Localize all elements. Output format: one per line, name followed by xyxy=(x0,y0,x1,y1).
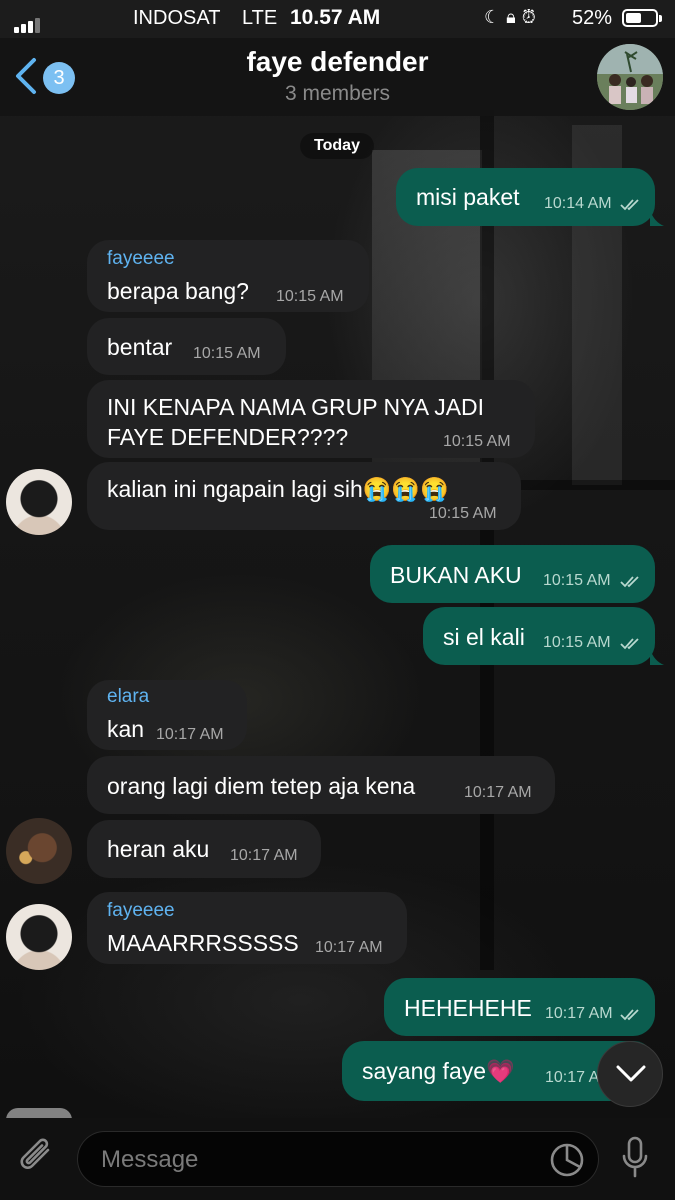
read-receipt-icon xyxy=(620,1009,639,1021)
sender-name[interactable]: fayeeee xyxy=(107,248,175,270)
rotation-lock-icon: 🔒︎ xyxy=(506,7,522,27)
message-bubble-outgoing[interactable]: HEHEHEHE 10:17 AM xyxy=(384,978,655,1036)
network-type: LTE xyxy=(242,7,278,29)
message-bubble-incoming[interactable]: INI KENAPA NAMA GRUP NYA JADI FAYE DEFEN… xyxy=(87,380,535,458)
message-input-bar xyxy=(0,1118,675,1200)
status-bar: INDOSAT LTE 10.57 AM ☾🔒︎⏰︎ 52% xyxy=(0,0,675,38)
microphone-icon[interactable] xyxy=(620,1134,650,1182)
message-time: 10:17 AM xyxy=(156,726,224,743)
chat-header: 3 faye defender 3 members xyxy=(0,38,675,116)
message-text: bentar xyxy=(107,334,173,360)
message-time: 10:15 AM xyxy=(543,572,611,589)
message-bubble-incoming[interactable]: bentar 10:15 AM xyxy=(87,318,286,375)
sender-name[interactable]: fayeeee xyxy=(107,900,175,922)
message-time: 10:17 AM xyxy=(315,939,383,956)
message-input[interactable] xyxy=(99,1142,523,1178)
signal-icon xyxy=(14,10,42,33)
chevron-down-icon xyxy=(616,1065,646,1082)
message-text: INI KENAPA NAMA GRUP NYA JADI xyxy=(107,394,485,420)
paperclip-icon[interactable] xyxy=(18,1136,58,1180)
member-count[interactable]: 3 members xyxy=(0,82,675,106)
read-receipt-icon xyxy=(620,576,639,588)
avatar-fayeeee[interactable] xyxy=(6,904,72,970)
message-bubble-incoming[interactable]: fayeeee berapa bang? 10:15 AM xyxy=(87,240,369,312)
battery-percent: 52% xyxy=(572,7,613,29)
message-text: si el kali xyxy=(443,624,525,650)
message-text: kan xyxy=(107,716,145,742)
message-text: sayang faye💗 xyxy=(362,1058,515,1084)
status-icons: ☾🔒︎⏰︎ xyxy=(484,7,542,28)
scroll-to-bottom-button[interactable] xyxy=(597,1041,663,1107)
group-avatar[interactable] xyxy=(597,44,663,110)
message-text: BUKAN AKU xyxy=(390,562,522,588)
message-time: 10:15 AM xyxy=(443,433,511,450)
message-time: 10:17 AM xyxy=(230,847,298,864)
alarm-clock-icon: ⏰︎ xyxy=(521,7,542,27)
date-divider: Today xyxy=(300,133,374,159)
read-receipt-icon xyxy=(620,199,639,211)
message-time: 10:17 A xyxy=(545,1069,600,1086)
message-text-line2: FAYE DEFENDER???? xyxy=(107,424,349,450)
message-text: MAAARRRSSSSS xyxy=(107,930,299,956)
message-time: 10:15 AM xyxy=(193,345,261,362)
message-text: orang lagi diem tetep aja kena xyxy=(107,773,416,799)
message-bubble-incoming[interactable]: fayeeee MAAARRRSSSSS 10:17 AM xyxy=(87,892,407,964)
message-field[interactable] xyxy=(77,1131,599,1187)
message-text: berapa bang? xyxy=(107,278,249,304)
bubble-tail xyxy=(650,210,664,226)
battery-icon xyxy=(622,9,662,27)
message-bubble-outgoing[interactable]: si el kali 10:15 AM xyxy=(423,607,655,665)
message-text: heran aku xyxy=(107,836,210,862)
message-text: HEHEHEHE xyxy=(404,995,532,1021)
avatar-elara[interactable] xyxy=(6,818,72,884)
message-bubble-outgoing[interactable]: BUKAN AKU 10:15 AM xyxy=(370,545,655,603)
message-time: 10:15 AM xyxy=(543,634,611,651)
message-text: kalian ini ngapain lagi sih😭😭😭 xyxy=(107,476,449,502)
carrier-name: INDOSAT xyxy=(133,7,221,29)
status-time: 10.57 AM xyxy=(290,6,381,29)
sticker-icon[interactable] xyxy=(549,1142,585,1178)
message-time: 10:17 AM xyxy=(464,784,532,801)
bubble-tail xyxy=(650,649,664,665)
wallpaper-frame xyxy=(480,110,494,970)
message-bubble-outgoing[interactable]: misi paket 10:14 AM xyxy=(396,168,655,226)
message-bubble-incoming[interactable]: kalian ini ngapain lagi sih😭😭😭 10:15 AM xyxy=(87,462,521,530)
message-time: 10:14 AM xyxy=(544,195,612,212)
message-text: misi paket xyxy=(416,184,520,210)
chat-title[interactable]: faye defender xyxy=(0,46,675,78)
message-bubble-incoming[interactable]: heran aku 10:17 AM xyxy=(87,820,321,878)
avatar-fayeeee[interactable] xyxy=(6,469,72,535)
sender-name[interactable]: elara xyxy=(107,686,149,708)
message-bubble-incoming[interactable]: orang lagi diem tetep aja kena 10:17 AM xyxy=(87,756,555,814)
message-bubble-incoming[interactable]: elara kan 10:17 AM xyxy=(87,680,247,750)
read-receipt-icon xyxy=(620,638,639,650)
message-time: 10:17 AM xyxy=(545,1005,613,1022)
message-time: 10:15 AM xyxy=(429,505,497,522)
message-time: 10:15 AM xyxy=(276,288,344,305)
dnd-icon: ☾ xyxy=(484,7,507,27)
